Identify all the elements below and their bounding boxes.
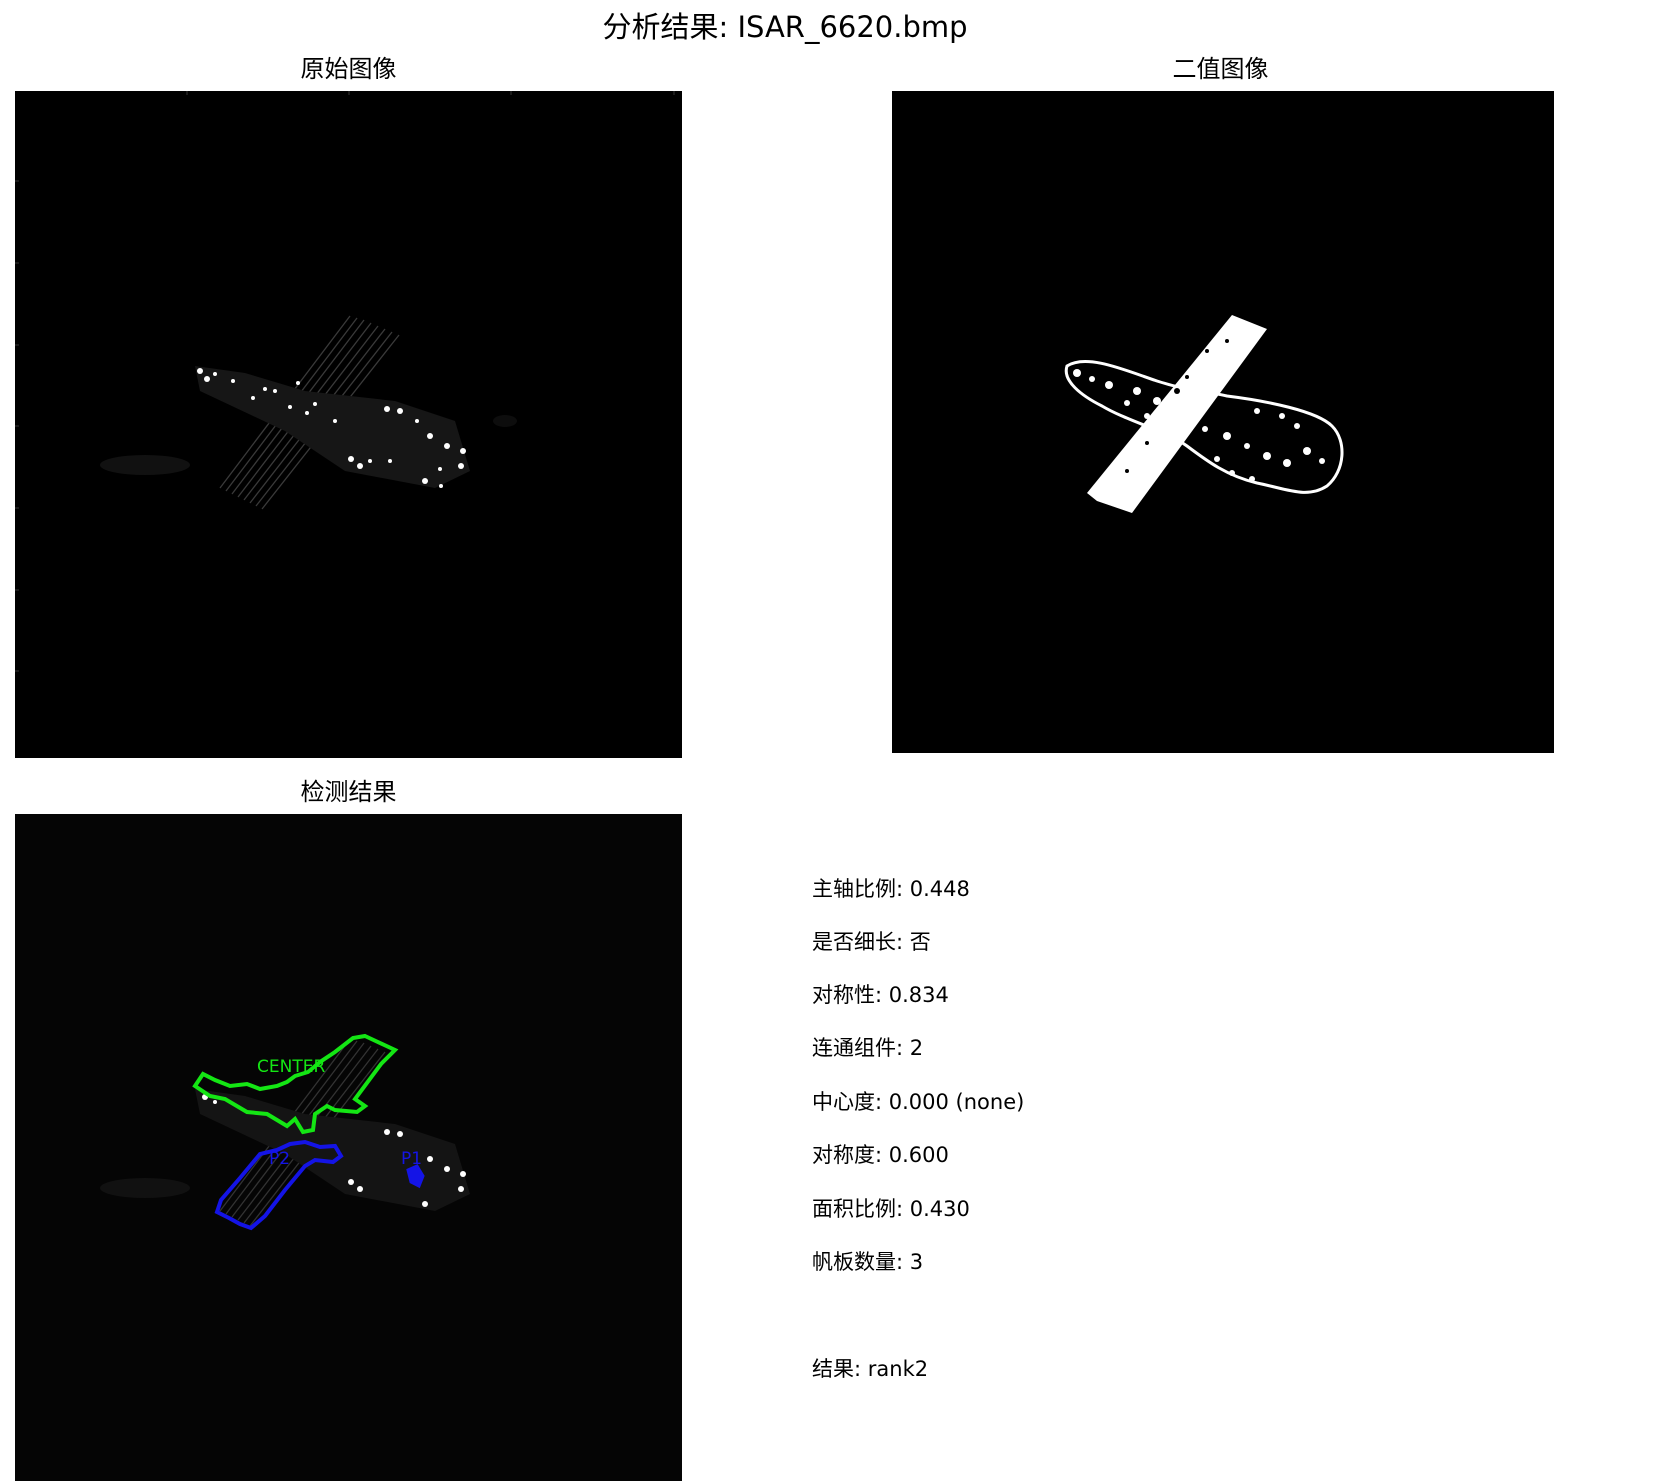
- figure-title-prefix: 分析结果: [602, 10, 719, 44]
- figure-title: 分析结果: ISAR_6620.bmp: [0, 8, 1570, 46]
- info-line-area-ratio: 面积比例: 0.430: [812, 1197, 970, 1221]
- info-line-symmetry-degree: 对称度: 0.600: [812, 1143, 949, 1167]
- result-image-canvas: CENTER P2 P1: [15, 814, 682, 1481]
- faint-blob: [100, 1178, 190, 1198]
- binary-image-canvas: [887, 91, 1554, 758]
- binary-image-panel: [887, 91, 1554, 758]
- original-image-panel: [15, 91, 682, 758]
- info-line-is-elongated: 是否细长: 否: [812, 930, 931, 954]
- faint-blob: [100, 455, 190, 475]
- figure-title-separator: :: [718, 10, 738, 44]
- info-line-result: 结果: rank2: [812, 1357, 929, 1381]
- figure-title-filename: ISAR_6620.bmp: [737, 10, 968, 44]
- result-image-title: 检测结果: [300, 778, 397, 806]
- center-label: CENTER: [257, 1057, 325, 1077]
- p2-label: P2: [269, 1149, 290, 1169]
- binary-image-title: 二值图像: [1172, 55, 1269, 83]
- result-image-panel: CENTER P2 P1: [15, 814, 682, 1481]
- info-line-connected-components: 连通组件: 2: [812, 1036, 924, 1060]
- original-image-title: 原始图像: [300, 55, 397, 83]
- info-line-panel-count: 帆板数量: 3: [812, 1250, 924, 1274]
- original-image-canvas: [15, 91, 682, 758]
- info-line-symmetry: 对称性: 0.834: [812, 983, 949, 1007]
- info-line-main-axis-ratio: 主轴比例: 0.448: [812, 877, 970, 901]
- p1-label: P1: [401, 1149, 422, 1169]
- info-line-centrality: 中心度: 0.000 (none): [812, 1090, 1025, 1114]
- faint-blob: [493, 415, 517, 427]
